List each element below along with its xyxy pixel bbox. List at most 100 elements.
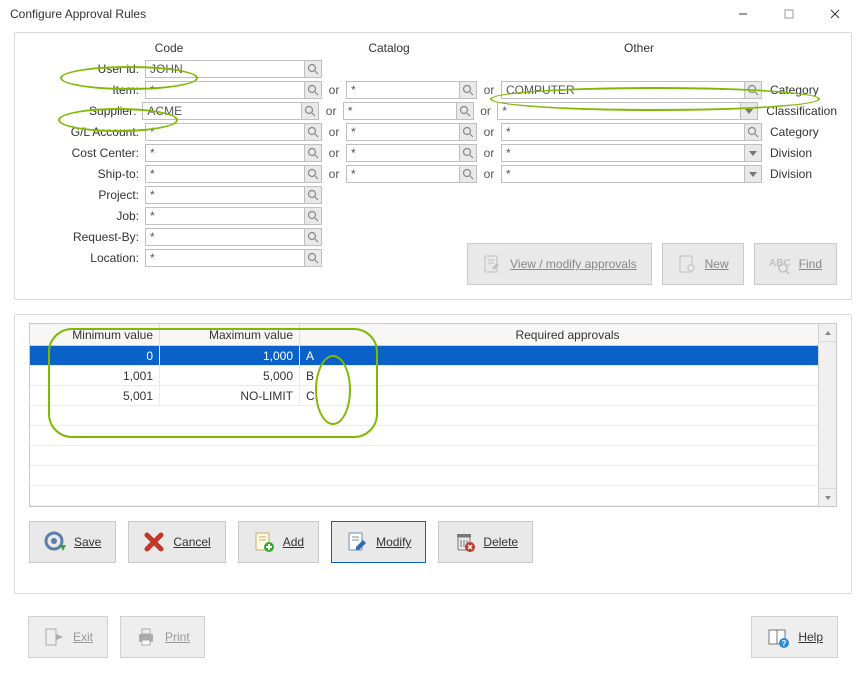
window-maximize-button[interactable] [766,0,812,28]
code-input[interactable]: * [145,123,305,141]
filter-row: Supplier:ACMEor*or*Classification [29,101,837,121]
window-close-button[interactable] [812,0,858,28]
lookup-icon[interactable] [304,207,322,225]
other-input[interactable]: COMPUTER [501,81,745,99]
row-label: Ship-to: [29,167,145,181]
print-icon [135,626,157,648]
or-label: or [474,104,497,118]
other-input[interactable]: * [501,123,745,141]
or-label: or [322,83,346,97]
lookup-icon[interactable] [304,228,322,246]
dropdown-icon[interactable] [740,102,758,120]
delete-label: Delete [483,535,518,549]
dropdown-icon[interactable] [744,165,762,183]
add-button[interactable]: Add [238,521,319,563]
save-label: Save [74,535,101,549]
save-button[interactable]: Save [29,521,116,563]
cancel-button[interactable]: Cancel [128,521,225,563]
dropdown-icon[interactable] [744,144,762,162]
table-row[interactable] [30,466,836,486]
find-button[interactable]: ABC Find [754,243,837,285]
or-label: or [477,83,501,97]
document-edit-icon [482,254,502,274]
filter-row: Project:* [29,185,837,205]
print-button[interactable]: Print [120,616,205,658]
cancel-label: Cancel [173,535,210,549]
col-min-header[interactable]: Minimum value [30,324,160,345]
table-row[interactable]: 01,000A [30,346,836,366]
row-label: Project: [29,188,145,202]
lookup-icon[interactable] [459,81,477,99]
catalog-input[interactable]: * [343,102,457,120]
other-type-label: Category [770,125,819,139]
modify-button[interactable]: Modify [331,521,426,563]
lookup-icon[interactable] [304,165,322,183]
new-button[interactable]: New [662,243,744,285]
help-button[interactable]: ? Help [751,616,838,658]
lookup-icon[interactable] [459,144,477,162]
row-label: Job: [29,209,145,223]
view-modify-approvals-button[interactable]: View / modify approvals [467,243,652,285]
code-input[interactable]: * [145,249,305,267]
code-input[interactable]: * [145,207,305,225]
catalog-input[interactable]: * [346,144,460,162]
row-label: Supplier: [29,104,142,118]
scroll-up-icon[interactable] [819,324,836,342]
filter-row: G/L Account:*or*or*Category [29,122,837,142]
table-row[interactable]: 1,0015,000B [30,366,836,386]
catalog-input[interactable]: * [346,123,460,141]
code-input[interactable]: JOHN [145,60,305,78]
filter-row: Cost Center:*or*or*Division [29,143,837,163]
action-toolbar: Save Cancel Add Modify Delete [29,521,837,563]
lookup-icon[interactable] [304,249,322,267]
other-type-label: Classification [766,104,837,118]
grid-scrollbar[interactable] [818,324,836,506]
lookup-icon[interactable] [304,60,322,78]
header-code: Code [29,41,309,55]
lookup-icon[interactable] [301,102,319,120]
col-req-header[interactable]: Required approvals [300,324,836,345]
row-label: Location: [29,251,145,265]
other-input[interactable]: * [497,102,741,120]
delete-icon [453,531,475,553]
code-input[interactable]: * [145,81,305,99]
approvals-grid[interactable]: Minimum value Maximum value Required app… [29,323,837,507]
other-input[interactable]: * [501,165,745,183]
catalog-input[interactable]: * [346,81,460,99]
table-row[interactable]: 5,001NO-LIMITC [30,386,836,406]
table-row[interactable] [30,426,836,446]
add-label: Add [283,535,304,549]
code-input[interactable]: * [145,186,305,204]
filter-row: Ship-to:*or*or*Division [29,164,837,184]
filter-row: Job:* [29,206,837,226]
lookup-icon[interactable] [744,81,762,99]
other-input[interactable]: * [501,144,745,162]
lookup-icon[interactable] [304,81,322,99]
print-label: Print [165,630,190,644]
code-input[interactable]: * [145,165,305,183]
col-max-header[interactable]: Maximum value [160,324,300,345]
cell-max: 1,000 [160,346,300,365]
code-input[interactable]: * [145,228,305,246]
lookup-icon[interactable] [459,165,477,183]
table-row[interactable] [30,446,836,466]
delete-button[interactable]: Delete [438,521,533,563]
exit-button[interactable]: Exit [28,616,108,658]
table-row[interactable] [30,406,836,426]
lookup-icon[interactable] [304,186,322,204]
scroll-down-icon[interactable] [819,488,836,506]
lookup-icon[interactable] [744,123,762,141]
lookup-icon[interactable] [304,144,322,162]
code-input[interactable]: * [145,144,305,162]
save-icon [44,531,66,553]
code-input[interactable]: ACME [142,102,302,120]
table-row[interactable] [30,486,836,506]
lookup-icon[interactable] [304,123,322,141]
filter-toolbar: View / modify approvals New ABC Find [467,243,837,285]
lookup-icon[interactable] [456,102,474,120]
row-label: Request-By: [29,230,145,244]
window-minimize-button[interactable] [720,0,766,28]
cell-min: 5,001 [30,386,160,405]
catalog-input[interactable]: * [346,165,460,183]
lookup-icon[interactable] [459,123,477,141]
